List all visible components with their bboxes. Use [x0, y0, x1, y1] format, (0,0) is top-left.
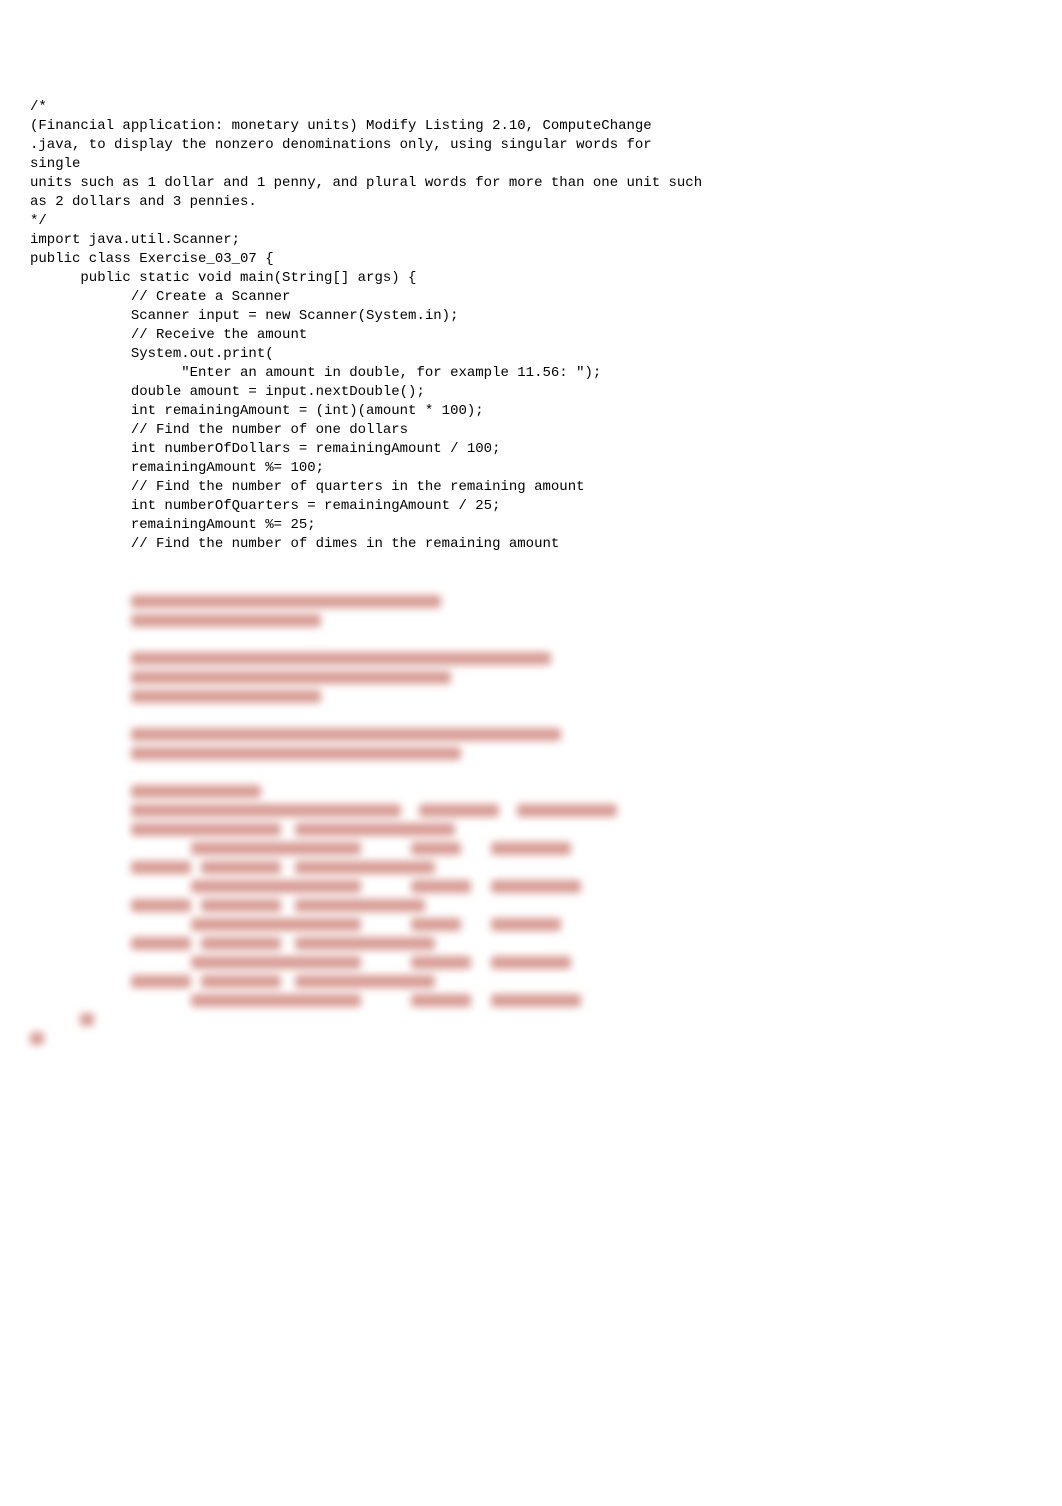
redacted-line — [30, 744, 1032, 763]
code-line: public class Exercise_03_07 { — [30, 250, 1032, 269]
code-line: units such as 1 dollar and 1 penny, and … — [30, 174, 1032, 193]
redacted-line — [30, 687, 1032, 706]
code-line: .java, to display the nonzero denominati… — [30, 136, 1032, 155]
code-line: // Find the number of one dollars — [30, 421, 1032, 440]
redacted-line — [30, 763, 1032, 782]
redacted-line — [30, 611, 1032, 630]
redacted-line — [30, 725, 1032, 744]
redacted-line — [30, 839, 1032, 858]
code-line: System.out.print( — [30, 345, 1032, 364]
redacted-line — [30, 934, 1032, 953]
code-line: // Receive the amount — [30, 326, 1032, 345]
code-line: public static void main(String[] args) { — [30, 269, 1032, 288]
redacted-line — [30, 668, 1032, 687]
code-line: import java.util.Scanner; — [30, 231, 1032, 250]
redacted-line — [30, 991, 1032, 1010]
redacted-line — [30, 877, 1032, 896]
code-line: Scanner input = new Scanner(System.in); — [30, 307, 1032, 326]
code-line: int numberOfQuarters = remainingAmount /… — [30, 497, 1032, 516]
code-line: // Create a Scanner — [30, 288, 1032, 307]
redacted-line — [30, 592, 1032, 611]
code-line: // Find the number of quarters in the re… — [30, 478, 1032, 497]
code-line: /* — [30, 98, 1032, 117]
redacted-code-block — [30, 592, 1032, 1048]
document-page: /*(Financial application: monetary units… — [0, 0, 1062, 1506]
code-line: int numberOfDollars = remainingAmount / … — [30, 440, 1032, 459]
code-line: (Financial application: monetary units) … — [30, 117, 1032, 136]
code-line: // Find the number of dimes in the remai… — [30, 535, 1032, 554]
code-line: remainingAmount %= 25; — [30, 516, 1032, 535]
redacted-line — [30, 1010, 1032, 1029]
redacted-line — [30, 858, 1032, 877]
redacted-line — [30, 820, 1032, 839]
redacted-line — [30, 953, 1032, 972]
redacted-line — [30, 630, 1032, 649]
redacted-line — [30, 896, 1032, 915]
code-line: double amount = input.nextDouble(); — [30, 383, 1032, 402]
code-block: /*(Financial application: monetary units… — [30, 98, 1032, 554]
code-line: as 2 dollars and 3 pennies. — [30, 193, 1032, 212]
redacted-line — [30, 649, 1032, 668]
redacted-line — [30, 915, 1032, 934]
redacted-line — [30, 1029, 1032, 1048]
redacted-line — [30, 972, 1032, 991]
code-line: single — [30, 155, 1032, 174]
redacted-line — [30, 706, 1032, 725]
code-line: remainingAmount %= 100; — [30, 459, 1032, 478]
code-line: "Enter an amount in double, for example … — [30, 364, 1032, 383]
redacted-line — [30, 782, 1032, 801]
redacted-line — [30, 801, 1032, 820]
code-line: int remainingAmount = (int)(amount * 100… — [30, 402, 1032, 421]
code-line: */ — [30, 212, 1032, 231]
